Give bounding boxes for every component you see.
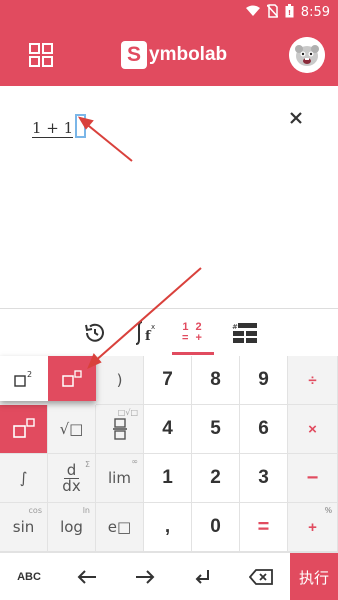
key-limit[interactable]: lim ∞ <box>96 454 144 503</box>
key-4[interactable]: 4 <box>144 405 192 454</box>
status-bar: ! 8:59 <box>0 0 338 24</box>
tab-numbers[interactable]: 1 2 = + <box>168 309 218 357</box>
wifi-icon <box>245 5 260 20</box>
svg-text:#: # <box>232 323 238 331</box>
key-log-label: log <box>60 518 83 536</box>
key-log[interactable]: log ln <box>48 503 96 552</box>
key-derivative[interactable]: d dx Σ <box>48 454 96 503</box>
key-sin-label: sin <box>12 518 35 536</box>
avatar-icon[interactable] <box>289 37 325 73</box>
no-sim-icon <box>266 4 279 21</box>
power-icon <box>12 418 35 438</box>
math-editor[interactable]: 1 + 1 <box>0 86 338 308</box>
popup-power-option[interactable] <box>48 356 96 401</box>
bottom-bar: ABC 执行 <box>0 552 338 600</box>
function-icon: f x <box>135 321 155 345</box>
power-options-popup: 2 <box>0 356 96 401</box>
popup-square-option[interactable]: 2 <box>0 356 48 401</box>
history-icon[interactable] <box>72 309 118 357</box>
key-9[interactable]: 9 <box>240 356 288 405</box>
key-fraction[interactable]: □√□ <box>96 405 144 454</box>
app-bar: S ymbolab <box>0 24 338 86</box>
key-plus[interactable]: + % <box>288 503 338 552</box>
key-6[interactable]: 6 <box>240 405 288 454</box>
square-icon: 2 <box>14 370 32 387</box>
key-percent-hint: % <box>324 506 332 515</box>
key-sum-hint: Σ <box>84 460 90 469</box>
key-exp[interactable]: e□ <box>96 503 144 552</box>
symbolab-logo: S ymbolab <box>121 40 227 70</box>
key-cos-hint: cos <box>28 506 42 515</box>
deriv-bottom: dx <box>62 476 81 495</box>
key-8[interactable]: 8 <box>192 356 240 405</box>
status-time: 8:59 <box>300 5 330 20</box>
execute-button[interactable]: 执行 <box>290 553 338 600</box>
svg-text:2: 2 <box>27 370 32 379</box>
svg-text:f: f <box>145 329 152 344</box>
key-ln-hint: ln <box>82 506 90 515</box>
arrow-right-icon[interactable] <box>116 553 174 600</box>
key-decimal[interactable]: , <box>144 503 192 552</box>
key-2[interactable]: 2 <box>192 454 240 503</box>
key-multiply[interactable]: × <box>288 405 338 454</box>
key-infinity-hint: ∞ <box>131 457 138 466</box>
backspace-icon[interactable] <box>232 553 290 600</box>
key-3[interactable]: 3 <box>240 454 288 503</box>
battery-icon: ! <box>285 4 294 21</box>
fraction-icon <box>112 418 127 440</box>
keyboard-tabs: f x 1 2 = + # <box>0 308 338 356</box>
svg-text:x: x <box>151 323 155 331</box>
key-close-paren[interactable]: ) <box>96 356 144 405</box>
key-sin[interactable]: sin cos <box>0 503 48 552</box>
arrow-left-icon[interactable] <box>58 553 116 600</box>
expression-text: 1 + 1 <box>32 119 74 138</box>
key-1[interactable]: 1 <box>144 454 192 503</box>
logo-letter: S <box>121 41 147 69</box>
power-icon <box>62 369 82 387</box>
math-expression[interactable]: 1 + 1 <box>32 114 87 138</box>
input-cursor-box[interactable] <box>75 114 87 138</box>
key-0[interactable]: 0 <box>192 503 240 552</box>
clear-icon[interactable] <box>288 110 304 126</box>
tab-functions[interactable]: f x <box>124 309 170 357</box>
abc-button[interactable]: ABC <box>0 553 58 600</box>
key-sqrt[interactable]: √□ <box>48 405 96 454</box>
key-nthroot-hint: □√□ <box>117 408 138 417</box>
key-limit-label: lim <box>108 469 131 487</box>
key-7[interactable]: 7 <box>144 356 192 405</box>
tab-numbers-line2: = + <box>182 332 204 344</box>
active-tab-indicator <box>172 352 214 355</box>
key-power[interactable] <box>0 405 48 454</box>
key-integral[interactable]: ∫ <box>0 454 48 503</box>
key-minus[interactable]: − <box>288 454 338 503</box>
key-plus-label: + <box>308 518 317 536</box>
logo-text: ymbolab <box>149 44 228 65</box>
grid-menu-icon[interactable] <box>29 43 53 67</box>
svg-text:!: ! <box>288 9 291 17</box>
key-divide[interactable]: ÷ <box>288 356 338 405</box>
enter-icon[interactable] <box>174 553 232 600</box>
keyboard-layout-icon[interactable]: # <box>222 309 268 357</box>
key-equals[interactable]: = <box>240 503 288 552</box>
key-5[interactable]: 5 <box>192 405 240 454</box>
